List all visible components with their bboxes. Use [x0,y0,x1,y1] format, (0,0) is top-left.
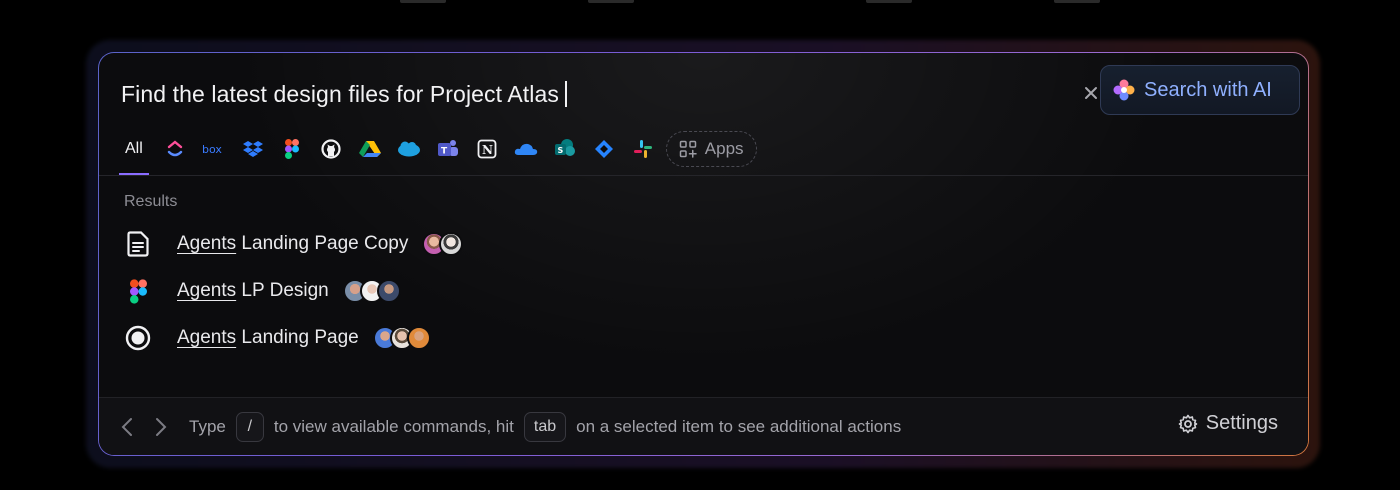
settings-button[interactable]: Settings [1178,412,1278,435]
slash-key: / [235,411,264,442]
chevron-left-icon [121,417,132,436]
filter-clickup[interactable] [162,136,188,162]
svg-text:T: T [441,147,448,157]
result-item[interactable]: Agents Landing Page [123,320,431,356]
chevron-right-icon [156,417,167,436]
result-title: Agents Landing Page Copy [177,233,408,255]
command-hint-bar: Type / to view available commands, hit t… [99,397,1308,455]
forward-button[interactable] [151,417,171,437]
record-icon [125,325,151,351]
tab-key: tab [523,411,567,442]
filter-onedrive[interactable] [513,136,539,162]
svg-text:S: S [557,146,563,155]
avatar [439,232,464,256]
apps-grid-icon [679,140,697,158]
box-icon: box [202,143,222,156]
google-drive-icon [358,141,381,157]
collaborator-avatars [422,232,464,256]
search-input[interactable]: Find the latest design files for Project… [121,65,1300,117]
decor-bar [866,0,912,3]
filter-box[interactable]: box [201,136,227,162]
gear-icon [1178,414,1198,433]
avatar [406,326,431,350]
result-title-rest: Landing Page Copy [236,233,409,254]
collaborator-avatars [342,279,401,303]
figma-icon [284,139,299,159]
source-filter-bar: All box T N S Apps [119,123,757,175]
avatar [376,279,401,303]
result-title-rest: Landing Page [236,327,359,348]
salesforce-icon [397,141,420,157]
search-query[interactable]: Find the latest design files for Project… [121,81,559,108]
document-icon [127,231,149,257]
dropbox-icon [242,141,263,157]
apps-button[interactable]: Apps [665,131,757,167]
filter-figma[interactable] [279,136,305,162]
filter-google-drive[interactable] [357,136,383,162]
result-title-rest: LP Design [236,280,329,301]
svg-text:N: N [482,143,493,157]
slack-icon [633,140,652,158]
close-icon [1085,87,1097,99]
clickup-icon [167,140,182,157]
result-icon [123,276,153,306]
results-heading: Results [124,193,178,210]
tab-all[interactable]: All [119,123,149,175]
divider [99,175,1308,176]
svg-text:box: box [202,143,222,156]
decor-bar [400,0,446,3]
filter-jira[interactable] [591,136,617,162]
onedrive-icon [514,143,537,155]
result-title: Agents Landing Page [177,327,359,349]
collaborator-avatars [372,326,431,350]
hint-actions: on a selected item to see additional act… [576,416,902,436]
filter-sharepoint[interactable]: S [552,136,578,162]
result-item[interactable]: Agents LP Design [123,273,401,309]
decor-bar [1054,0,1100,3]
hint-commands: to view available commands, hit [273,416,514,436]
decor-bar [588,0,634,3]
apps-label: Apps [704,139,744,158]
filter-dropbox[interactable] [240,136,266,162]
result-title: Agents LP Design [177,280,329,302]
filter-teams[interactable]: T [435,136,461,162]
result-title-match: Agents [177,327,237,348]
result-item[interactable]: Agents Landing Page Copy [123,226,464,262]
jira-icon [594,140,613,158]
filter-slack[interactable] [630,136,656,162]
tab-all-label: All [125,140,143,157]
ai-sparkle-icon [1113,79,1135,101]
filter-github[interactable] [318,136,344,162]
result-title-match: Agents [177,280,237,301]
sharepoint-icon: S [554,139,575,156]
search-panel: Find the latest design files for Project… [98,52,1309,456]
filter-notion[interactable]: N [474,136,500,162]
figma-icon [129,278,147,304]
search-with-ai-label: Search with AI [1144,78,1272,101]
text-caret [564,81,567,107]
result-icon [123,323,153,353]
github-icon [321,139,341,159]
result-icon [123,229,153,259]
settings-label: Settings [1205,412,1278,434]
teams-icon: T [437,140,458,157]
search-with-ai-button[interactable]: Search with AI [1100,65,1300,115]
filter-salesforce[interactable] [396,136,422,162]
result-title-match: Agents [177,233,237,254]
hint-type: Type [189,416,226,436]
notion-icon: N [477,139,497,159]
back-button[interactable] [117,417,137,437]
